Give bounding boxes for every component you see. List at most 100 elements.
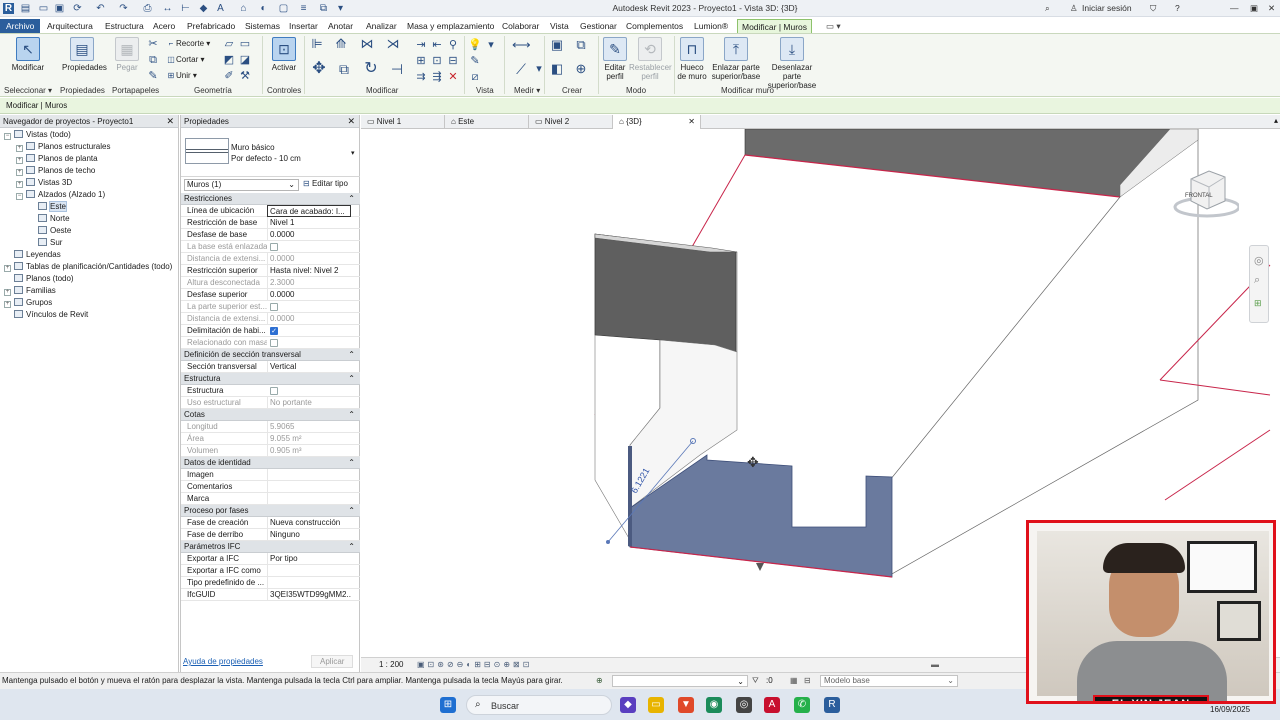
redo-icon[interactable]: ↷ — [118, 3, 129, 14]
properties-help-link[interactable]: Ayuda de propiedades — [183, 657, 263, 666]
expand-icon[interactable]: + — [16, 145, 23, 152]
customize-qat-icon[interactable]: ▾ — [335, 3, 346, 14]
apply-button[interactable]: Aplicar — [311, 655, 354, 668]
attach-top-base-button[interactable]: ⤒ Enlazar parte superior/base — [710, 37, 762, 81]
thin-lines-icon[interactable]: ≡ — [298, 3, 309, 14]
worksets-icon[interactable]: ⊕ — [596, 673, 603, 689]
open-icon[interactable]: ▭ — [38, 3, 49, 14]
viewcube[interactable]: FRONTAL — [1169, 169, 1241, 221]
steering-wheel-icon[interactable]: ◎ — [1254, 254, 1264, 267]
property-row[interactable]: Línea de ubicación Cara de acabado: I... — [181, 205, 360, 217]
dimension-grip-start[interactable] — [606, 540, 610, 544]
reset-profile-button[interactable]: ⟲ Restablecer perfil — [629, 37, 672, 81]
property-value[interactable]: Por tipo — [267, 553, 351, 565]
property-value[interactable]: Ninguno — [267, 529, 351, 541]
hide-icon[interactable]: 💡 — [468, 38, 482, 52]
property-row[interactable]: Exportar a IFC Por tipo — [181, 553, 360, 565]
3d-view-icon[interactable]: ⌂ — [238, 3, 249, 14]
tree-item[interactable]: + Familias — [4, 285, 56, 297]
tab-acero[interactable]: Acero — [149, 19, 179, 33]
properties-button[interactable]: ▤ Propiedades — [62, 37, 107, 72]
property-section-header[interactable]: Parámetros IFC ⌃ — [181, 541, 360, 553]
view-control-icons[interactable]: ▣⊡⊛⊘⊖◐⊞⊟⊙⊕⊠⊡ — [417, 658, 532, 672]
property-row[interactable]: Restricción de base Nivel 1 — [181, 217, 360, 229]
geometry-tool-2-icon[interactable]: ▭ — [238, 37, 252, 51]
tab-colaborar[interactable]: Colaborar — [498, 19, 543, 33]
property-section-header[interactable]: Cotas ⌃ — [181, 409, 360, 421]
tree-item[interactable]: Oeste — [28, 225, 71, 237]
aligned-dimension-icon[interactable]: ⟋ — [514, 62, 528, 76]
visibility-icon[interactable]: ▾ — [484, 38, 498, 52]
property-row[interactable]: Estructura — [181, 385, 360, 397]
expand-icon[interactable]: + — [16, 169, 23, 176]
property-row[interactable]: IfcGUID 3QEI35WTD99gMM2... — [181, 589, 360, 601]
close-hidden-icon[interactable]: ▢ — [278, 3, 289, 14]
tree-item[interactable]: + Tablas de planificación/Cantidades (tod… — [4, 261, 172, 273]
help-icon[interactable]: ? — [1175, 3, 1180, 13]
collapse-icon[interactable]: ⌃ — [348, 193, 355, 205]
trim-multiple-icon[interactable]: ⇉ — [414, 70, 428, 84]
trim-single-icon[interactable]: ⇶ — [430, 70, 444, 84]
offset-icon[interactable]: ⟰ — [334, 37, 348, 51]
create-assembly-icon[interactable]: ◧ — [550, 62, 564, 76]
property-section-header[interactable]: Proceso por fases ⌃ — [181, 505, 360, 517]
tab-view-este[interactable]: ⌂ Este — [445, 115, 529, 129]
tree-item[interactable]: Planos (todo) — [4, 273, 74, 285]
trim-icon[interactable]: ⊣ — [390, 62, 404, 76]
cut-button[interactable]: ◫Cortar ▾ — [166, 55, 204, 65]
edit-profile-button[interactable]: ✎ Editar perfil — [602, 37, 628, 81]
section-icon[interactable]: ◐ — [258, 3, 269, 14]
tree-item[interactable]: Leyendas — [4, 249, 61, 261]
close-browser-button[interactable]: ✕ — [166, 115, 174, 128]
expand-icon[interactable]: + — [4, 289, 11, 296]
split-icon[interactable]: ⇥ — [414, 38, 428, 52]
home-icon[interactable]: ▤ — [20, 3, 31, 14]
property-value[interactable]: 3QEI35WTD99gMM2... — [267, 589, 351, 601]
property-value[interactable] — [267, 481, 351, 493]
rotate-icon[interactable]: ↻ — [364, 61, 378, 77]
collapse-icon[interactable]: ⌃ — [348, 349, 355, 361]
property-value[interactable] — [267, 565, 351, 577]
group-label-seleccionar[interactable]: Seleccionar ▾ — [4, 86, 52, 95]
copy-element-icon[interactable]: ⧉ — [337, 62, 351, 76]
scrollbar-thumb-icon[interactable]: ▬ — [931, 658, 939, 672]
sync-icon[interactable]: ⟳ — [72, 3, 83, 14]
property-row[interactable]: Tipo predefinido de ... — [181, 577, 360, 589]
property-value[interactable]: 0.0000 — [267, 229, 351, 241]
search-icon[interactable]: ⌕ — [1045, 3, 1050, 14]
tab-view-nivel-1[interactable]: ▭ Nivel 1 — [361, 115, 445, 129]
property-value[interactable] — [267, 493, 351, 505]
property-row[interactable]: Restricción superior Hasta nivel: Nivel 2 — [181, 265, 360, 277]
property-section-header[interactable]: Restricciones ⌃ — [181, 193, 360, 205]
paint-icon[interactable]: ✐ — [222, 69, 236, 83]
geometry-tool-4-icon[interactable]: ◪ — [238, 53, 252, 67]
tab-estructura[interactable]: Estructura — [101, 19, 148, 33]
tree-item[interactable]: + Planos de techo — [16, 165, 95, 177]
expand-icon[interactable]: + — [4, 265, 11, 272]
align-icon[interactable]: ⊫ — [310, 37, 324, 51]
geometry-tool-3-icon[interactable]: ◩ — [222, 53, 236, 67]
revit-logo-icon[interactable]: R — [3, 3, 14, 14]
wall-opening-button[interactable]: ⊓ Hueco de muro — [676, 37, 708, 81]
tab-view-3d[interactable]: ⌂ {3D} ✕ — [613, 115, 701, 129]
array-icon[interactable]: ⊞ — [414, 54, 428, 68]
save-icon[interactable]: ▣ — [54, 3, 65, 14]
cart-icon[interactable]: ⛉ — [1150, 3, 1156, 14]
panel-toggle-icon[interactable]: ▭ ▾ — [822, 19, 845, 33]
start-icon[interactable]: ⊞ — [440, 697, 456, 713]
join-button[interactable]: ⊞ Unir ▾ — [166, 71, 197, 81]
measure-between-icon[interactable]: ⟷ — [512, 38, 531, 52]
instance-filter-select[interactable]: Muros (1) ⌄ — [184, 179, 299, 191]
collapse-icon[interactable]: ⌃ — [348, 505, 355, 517]
tree-item[interactable]: Norte — [28, 213, 70, 225]
collapse-icon[interactable]: − — [4, 133, 11, 140]
property-value[interactable]: Nueva construcción — [267, 517, 351, 529]
linework-icon[interactable]: ⧄ — [468, 70, 482, 84]
property-row[interactable]: Desfase de base 0.0000 — [181, 229, 360, 241]
property-value[interactable] — [267, 469, 351, 481]
activate-button[interactable]: ⊡ Activar — [268, 37, 300, 72]
property-row[interactable]: Fase de creación Nueva construcción — [181, 517, 360, 529]
maximize-button[interactable]: ▣ — [1250, 3, 1258, 14]
property-row[interactable]: Imagen — [181, 469, 360, 481]
filter-icon[interactable]: ⛛ — [752, 673, 759, 689]
